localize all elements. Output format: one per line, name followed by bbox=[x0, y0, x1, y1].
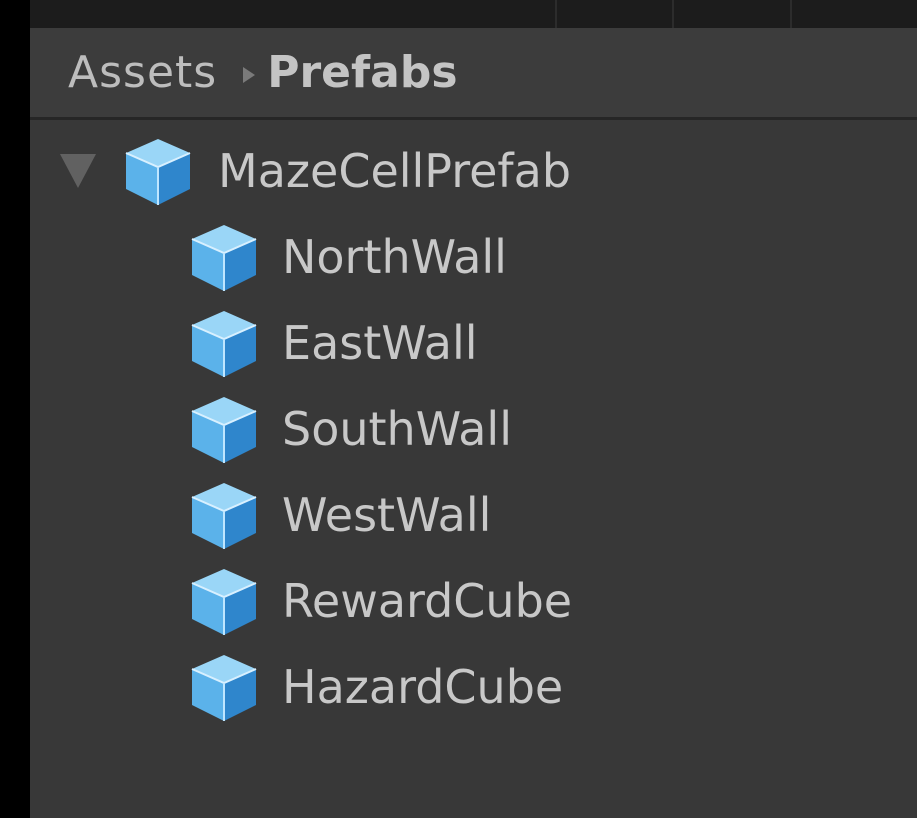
prefab-cube-icon bbox=[191, 225, 257, 291]
tree-item[interactable]: EastWall bbox=[30, 300, 917, 386]
tree-item-label: MazeCellPrefab bbox=[218, 144, 572, 198]
tab-divider bbox=[555, 0, 557, 28]
breadcrumb-assets[interactable]: Assets bbox=[68, 50, 217, 95]
tree-item-label: RewardCube bbox=[282, 574, 573, 628]
tree-item-label: EastWall bbox=[282, 316, 478, 370]
prefab-cube-icon bbox=[125, 139, 191, 205]
tree-item[interactable]: NorthWall bbox=[30, 214, 917, 300]
prefab-cube-icon bbox=[191, 311, 257, 377]
tab-divider bbox=[672, 0, 674, 28]
breadcrumb-prefabs[interactable]: Prefabs bbox=[267, 50, 457, 95]
tab-strip bbox=[30, 0, 917, 28]
window-frame: Assets Prefabs MazeCellPrefab NorthWall … bbox=[0, 0, 917, 818]
tree-item-label: HazardCube bbox=[282, 660, 564, 714]
project-panel: Assets Prefabs MazeCellPrefab NorthWall … bbox=[30, 28, 917, 818]
tree-item[interactable]: HazardCube bbox=[30, 644, 917, 730]
tree-item-label: WestWall bbox=[282, 488, 492, 542]
expand-triangle-icon[interactable] bbox=[60, 154, 96, 188]
tree-item[interactable]: WestWall bbox=[30, 472, 917, 558]
prefab-hierarchy: MazeCellPrefab NorthWall EastWall SouthW… bbox=[30, 128, 917, 730]
tab-divider bbox=[790, 0, 792, 28]
tree-item-label: SouthWall bbox=[282, 402, 512, 456]
tree-item-label: NorthWall bbox=[282, 230, 507, 284]
prefab-cube-icon bbox=[191, 397, 257, 463]
tree-item-mazecellprefab[interactable]: MazeCellPrefab bbox=[30, 128, 917, 214]
prefab-cube-icon bbox=[191, 483, 257, 549]
breadcrumb-separator-icon bbox=[243, 66, 256, 83]
tree-item[interactable]: SouthWall bbox=[30, 386, 917, 472]
prefab-cube-icon bbox=[191, 655, 257, 721]
prefab-cube-icon bbox=[191, 569, 257, 635]
tree-item[interactable]: RewardCube bbox=[30, 558, 917, 644]
breadcrumb: Assets Prefabs bbox=[30, 28, 917, 120]
